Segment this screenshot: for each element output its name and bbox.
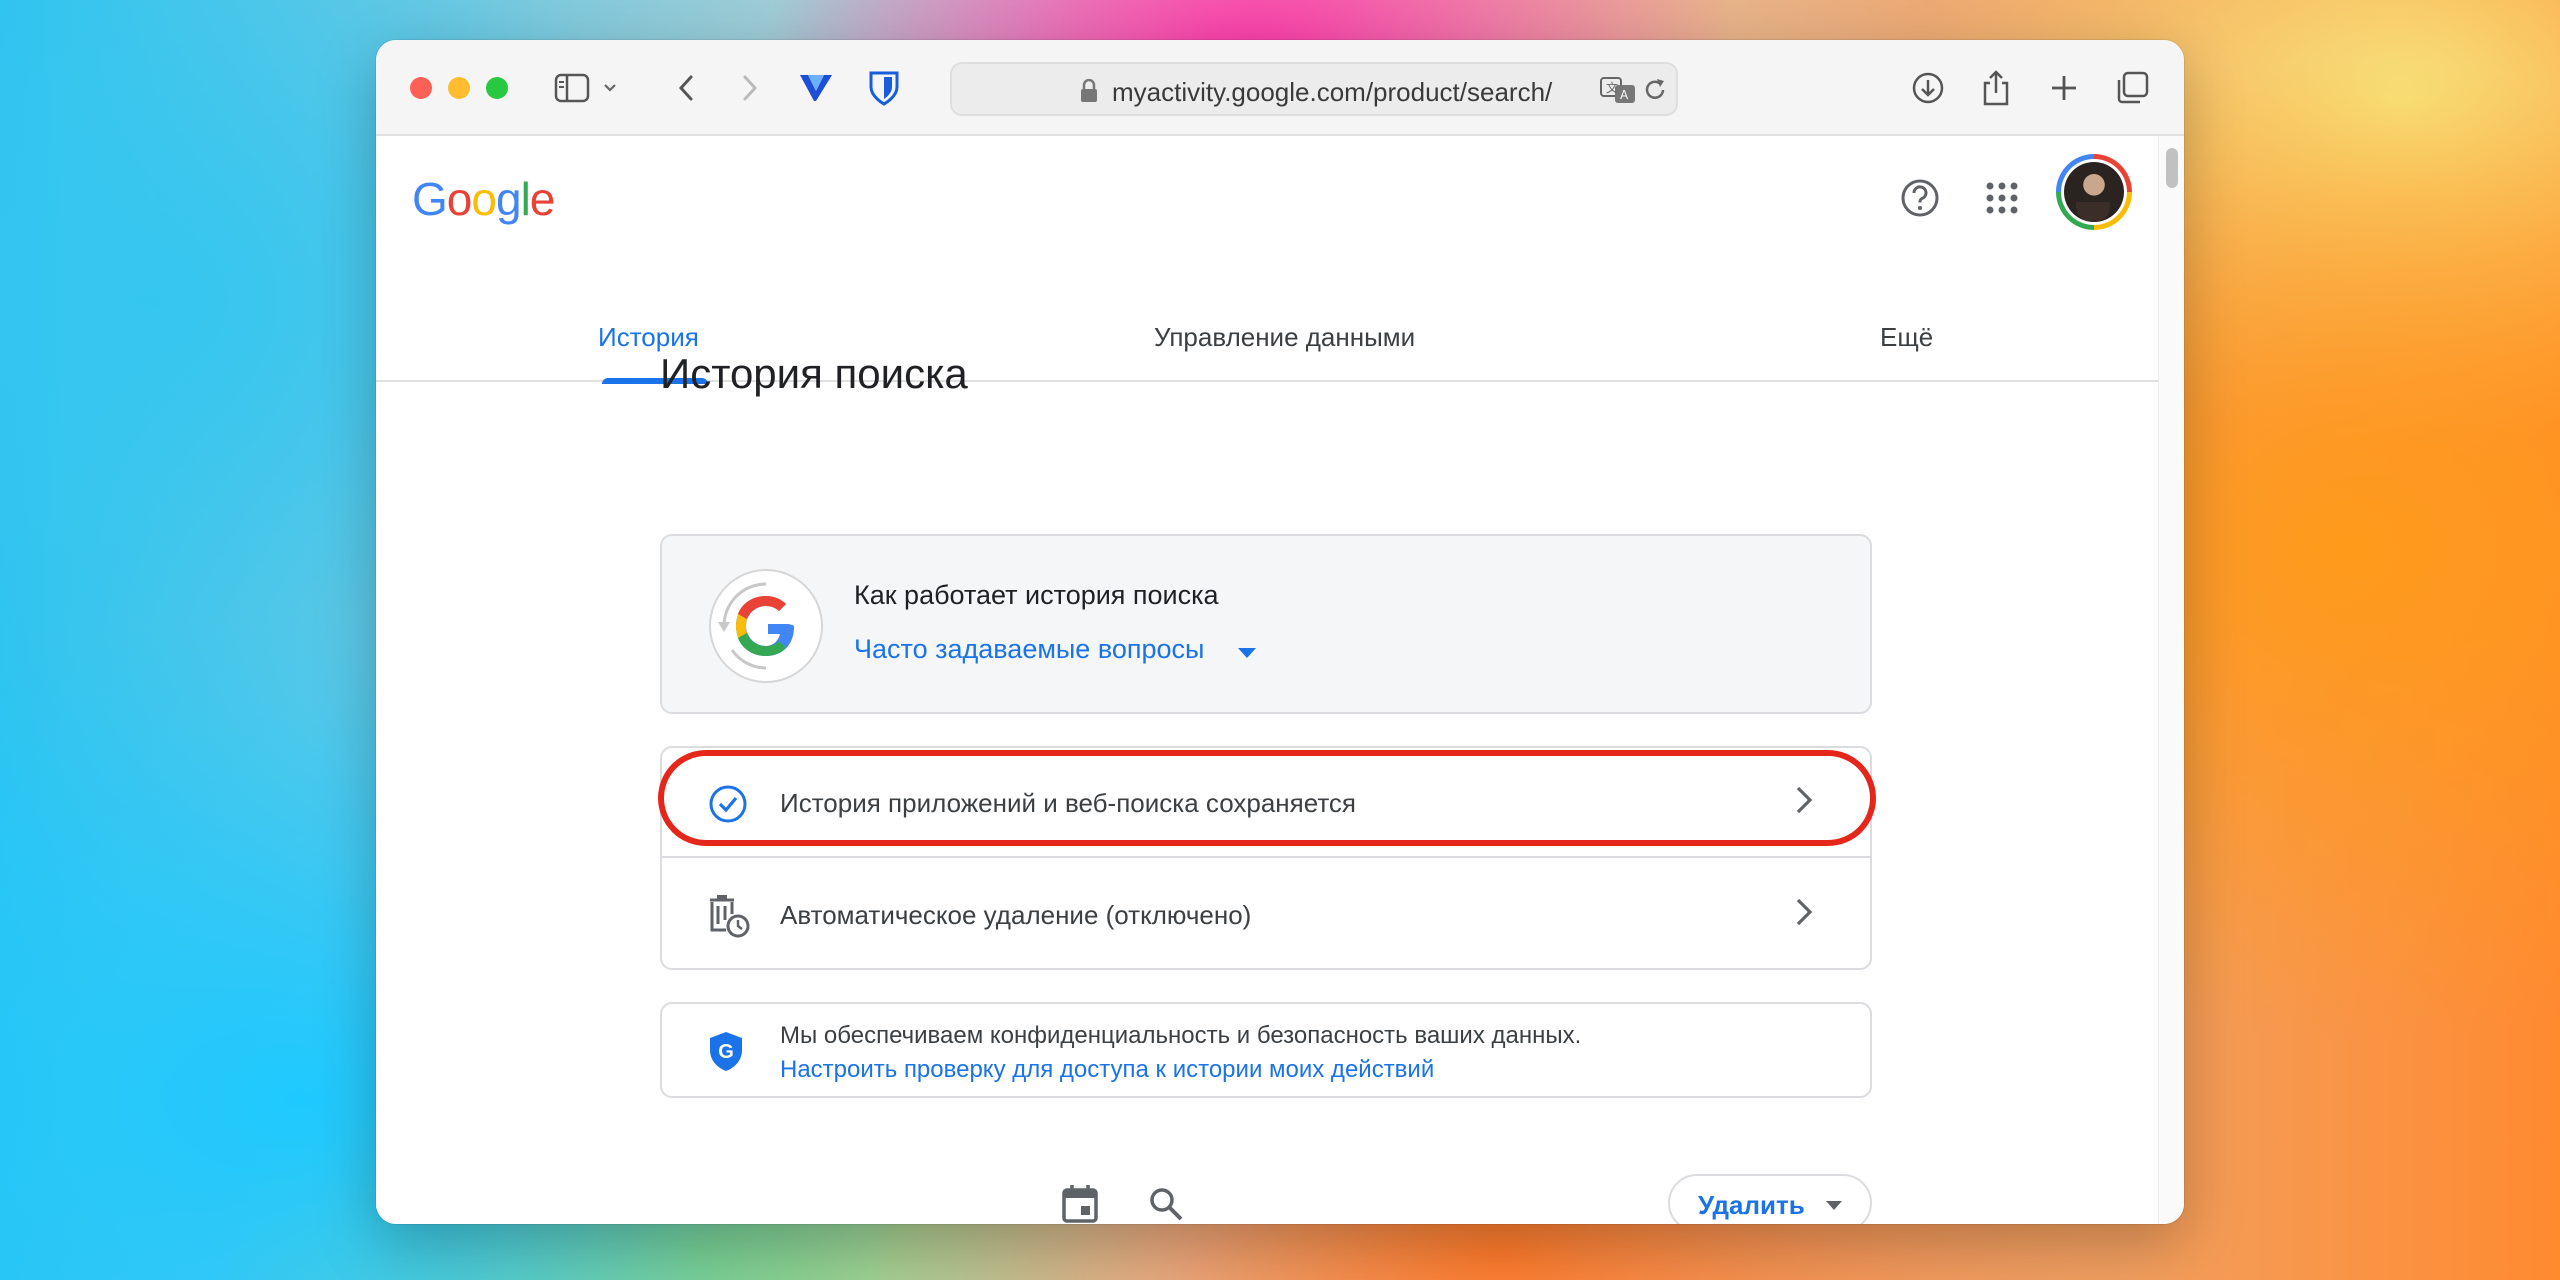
google-shield-icon: G bbox=[708, 1030, 744, 1077]
svg-text:A: A bbox=[1620, 88, 1629, 102]
account-avatar[interactable] bbox=[2056, 154, 2132, 230]
calendar-icon[interactable] bbox=[1056, 1180, 1104, 1224]
logo-letter: o bbox=[446, 173, 473, 225]
logo-letter: o bbox=[471, 173, 497, 225]
setting-label: Автоматическое удаление (отключено) bbox=[780, 900, 1252, 930]
chevron-down-icon[interactable] bbox=[598, 66, 622, 110]
back-icon[interactable] bbox=[664, 66, 708, 110]
translate-icon[interactable]: 文A bbox=[1600, 76, 1636, 109]
new-tab-icon[interactable] bbox=[2042, 66, 2086, 110]
auto-delete-icon bbox=[706, 894, 750, 938]
logo-letter: g bbox=[495, 173, 522, 225]
tabs-overview-icon[interactable] bbox=[2110, 66, 2154, 110]
share-icon[interactable] bbox=[1974, 66, 2018, 110]
logo-letter: e bbox=[529, 173, 556, 225]
download-icon[interactable] bbox=[1906, 66, 1950, 110]
info-card: Как работает история поиска Часто задава… bbox=[660, 534, 1872, 714]
svg-text:G: G bbox=[718, 1041, 734, 1063]
reload-icon[interactable] bbox=[1642, 77, 1668, 108]
setting-row-auto-delete[interactable]: Автоматическое удаление (отключено) bbox=[662, 860, 1870, 970]
chevron-right-icon bbox=[1792, 894, 1816, 935]
google-g-icon bbox=[706, 566, 826, 686]
caret-down-icon[interactable] bbox=[1238, 648, 1256, 658]
delete-button[interactable]: Удалить bbox=[1668, 1174, 1872, 1224]
browser-toolbar: myactivity.google.com/product/search/ 文A bbox=[376, 40, 2184, 136]
scrollbar-thumb[interactable] bbox=[2166, 148, 2178, 188]
page-title: История поиска bbox=[660, 350, 968, 397]
avatar-photo bbox=[2064, 162, 2124, 222]
help-icon[interactable] bbox=[1896, 174, 1944, 222]
tab-history[interactable]: История bbox=[598, 322, 699, 353]
privacy-card: G Мы обеспечиваем конфиденциальность и б… bbox=[660, 1002, 1872, 1098]
zoom-window-button[interactable] bbox=[486, 77, 508, 99]
forward-icon[interactable] bbox=[728, 66, 772, 110]
chevron-right-icon bbox=[1792, 782, 1816, 823]
faq-link[interactable]: Часто задаваемые вопросы bbox=[854, 634, 1204, 665]
logo-letter: G bbox=[412, 173, 448, 225]
browser-window: myactivity.google.com/product/search/ 文A… bbox=[376, 40, 2184, 1224]
setting-row-web-activity[interactable]: История приложений и веб-поиска сохраняе… bbox=[662, 748, 1870, 858]
privacy-text: Мы обеспечиваем конфиденциальность и без… bbox=[780, 1022, 1582, 1049]
svg-text:文: 文 bbox=[1606, 80, 1618, 95]
close-window-button[interactable] bbox=[410, 77, 432, 99]
url-text: myactivity.google.com/product/search/ bbox=[1112, 77, 1553, 107]
apps-grid-icon[interactable] bbox=[1978, 174, 2026, 222]
nav-tabs: История Управление данными Ещё bbox=[376, 284, 2158, 382]
setting-label: История приложений и веб-поиска сохраняе… bbox=[780, 788, 1357, 818]
vpn-extension-icon[interactable] bbox=[794, 66, 838, 110]
tab-data-management[interactable]: Управление данными bbox=[1154, 322, 1415, 353]
bitwarden-shield-icon[interactable] bbox=[862, 66, 906, 110]
info-card-title: Как работает история поиска bbox=[854, 580, 1219, 610]
tab-more[interactable]: Ещё bbox=[1880, 322, 1933, 353]
minimize-window-button[interactable] bbox=[448, 77, 470, 99]
search-icon[interactable] bbox=[1142, 1180, 1190, 1224]
check-circle-icon bbox=[706, 782, 750, 826]
page-scrollbar[interactable] bbox=[2158, 136, 2184, 1224]
google-logo[interactable]: Google bbox=[412, 172, 556, 226]
lock-icon bbox=[1080, 78, 1098, 108]
logo-letter: l bbox=[520, 173, 531, 225]
settings-card: История приложений и веб-поиска сохраняе… bbox=[660, 746, 1872, 970]
page-content: Google История Управление данными Ещё Ис… bbox=[376, 136, 2158, 1224]
delete-button-label: Удалить bbox=[1698, 1190, 1805, 1220]
sidebar-icon[interactable] bbox=[550, 66, 594, 110]
address-bar[interactable]: myactivity.google.com/product/search/ 文A bbox=[950, 62, 1678, 116]
access-check-link[interactable]: Настроить проверку для доступа к истории… bbox=[780, 1056, 1434, 1084]
caret-down-icon bbox=[1826, 1201, 1842, 1210]
